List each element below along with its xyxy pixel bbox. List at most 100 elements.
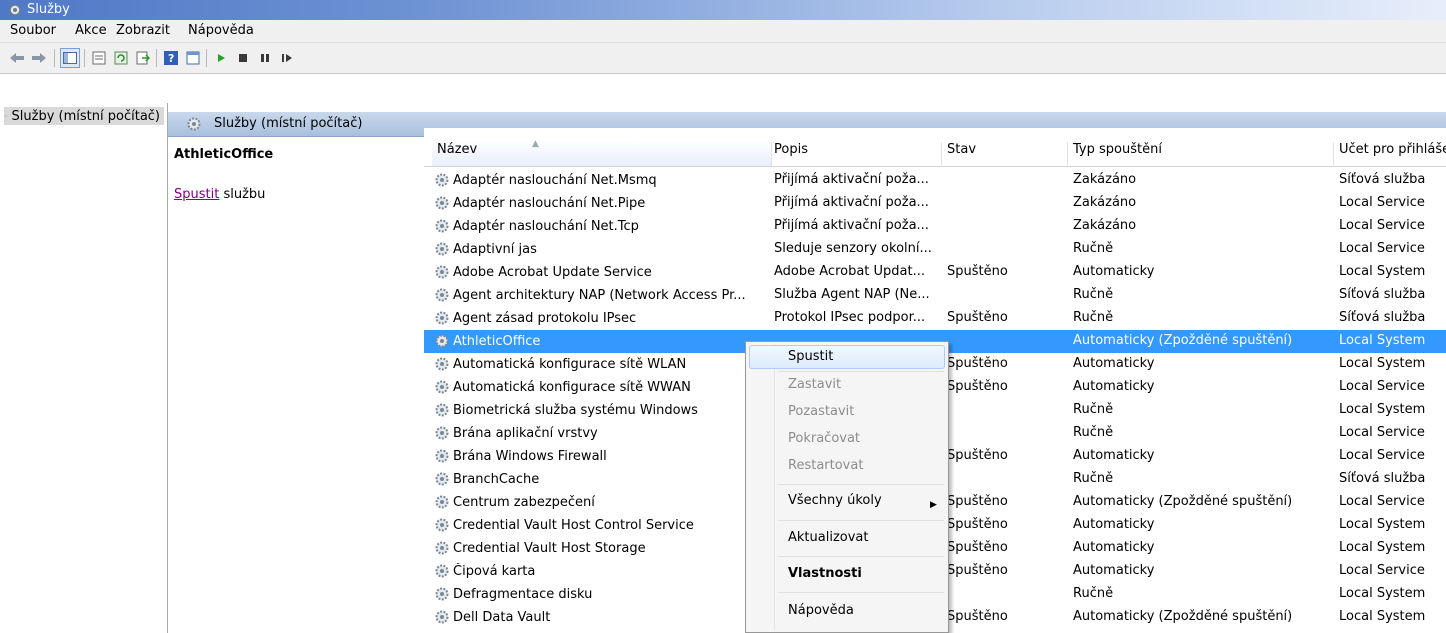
menu-item-stop: Zastavit bbox=[788, 377, 842, 392]
menu-file[interactable]: Soubor bbox=[10, 23, 56, 38]
menu-item-help[interactable]: Nápověda bbox=[788, 603, 854, 618]
service-status-cell: Spuštěno bbox=[947, 264, 1008, 279]
tree-item-services[interactable]: Služby (místní počítač) bbox=[4, 107, 164, 125]
service-status-cell: Spuštěno bbox=[947, 379, 1008, 394]
gear-icon bbox=[435, 610, 449, 624]
menu-item-all-tasks[interactable]: Všechny úkoly bbox=[788, 493, 882, 508]
menu-item-start[interactable]: Spustit bbox=[788, 349, 833, 364]
title-bar: Služby bbox=[0, 0, 1446, 20]
column-logon-account[interactable]: Účet pro přihlášení bbox=[1334, 142, 1446, 166]
properties-icon[interactable] bbox=[90, 49, 108, 67]
submenu-arrow-icon: ▶ bbox=[930, 500, 937, 510]
table-row[interactable]: Adaptér naslouchání Net.Msmq Přijímá akti… bbox=[424, 169, 1446, 192]
table-row[interactable]: Adaptivní jas Sleduje senzory okolní... Ru… bbox=[424, 238, 1446, 261]
service-name-cell: Adaptér naslouchání Net.Msmq bbox=[434, 172, 764, 188]
service-account-cell: Local Service bbox=[1339, 218, 1425, 233]
service-status-cell: Spuštěno bbox=[947, 494, 1008, 509]
service-startup-cell: Automaticky bbox=[1073, 264, 1155, 279]
service-name-cell: Biometrická služba systému Windows bbox=[434, 402, 764, 418]
column-status[interactable]: Stav bbox=[942, 142, 1068, 166]
service-name-cell: Agent zásad protokolu IPsec bbox=[434, 310, 764, 326]
service-description-cell: Přijímá aktivační poža... bbox=[774, 218, 929, 233]
service-status-cell: Spuštěno bbox=[947, 310, 1008, 325]
table-row[interactable]: Agent architektury NAP (Network Access P… bbox=[424, 284, 1446, 307]
back-icon[interactable] bbox=[8, 49, 26, 67]
service-name-cell: Credential Vault Host Control Service bbox=[434, 517, 764, 533]
service-account-cell: Local System bbox=[1339, 264, 1426, 279]
column-startup-type[interactable]: Typ spouštění bbox=[1068, 142, 1334, 166]
service-name-cell: Adaptér naslouchání Net.Pipe bbox=[434, 195, 764, 211]
service-name-cell: Agent architektury NAP (Network Access P… bbox=[434, 287, 764, 303]
service-name-cell: Adobe Acrobat Update Service bbox=[434, 264, 764, 280]
gear-icon bbox=[435, 334, 449, 348]
service-startup-cell: Ručně bbox=[1073, 241, 1114, 256]
help-icon[interactable]: ? bbox=[162, 49, 180, 67]
service-startup-cell: Ručně bbox=[1073, 402, 1114, 417]
service-startup-cell: Automaticky bbox=[1073, 379, 1155, 394]
service-name-cell: Defragmentace disku bbox=[434, 586, 764, 602]
refresh-icon[interactable] bbox=[112, 49, 130, 67]
table-row[interactable]: Agent zásad protokolu IPsec Protokol IPse… bbox=[424, 307, 1446, 330]
service-startup-cell: Ručně bbox=[1073, 471, 1114, 486]
gear-icon bbox=[435, 541, 449, 555]
service-status-cell: Spuštěno bbox=[947, 609, 1008, 624]
column-description[interactable]: Popis bbox=[769, 142, 942, 166]
service-account-cell: Local Service bbox=[1339, 195, 1425, 210]
gear-icon bbox=[435, 587, 449, 601]
service-account-cell: Local System bbox=[1339, 609, 1426, 624]
gear-icon bbox=[4, 114, 8, 118]
console-icon[interactable] bbox=[184, 49, 202, 67]
show-hide-tree-icon[interactable] bbox=[60, 48, 80, 68]
service-startup-cell: Ručně bbox=[1073, 287, 1114, 302]
service-name-cell: Adaptér naslouchání Net.Tcp bbox=[434, 218, 764, 234]
gear-icon bbox=[435, 196, 449, 210]
table-row[interactable]: Adobe Acrobat Update Service Adobe Acroba… bbox=[424, 261, 1446, 284]
service-description-cell: Protokol IPsec podpor... bbox=[774, 310, 926, 325]
service-name-cell: Automatická konfigurace sítě WLAN bbox=[434, 356, 764, 372]
table-row[interactable]: Adaptér naslouchání Net.Pipe Přijímá akti… bbox=[424, 192, 1446, 215]
restart-service-icon[interactable] bbox=[278, 49, 296, 67]
service-startup-cell: Automaticky bbox=[1073, 563, 1155, 578]
sort-ascending-icon: ▲ bbox=[532, 139, 539, 149]
menu-view[interactable]: Zobrazit bbox=[116, 23, 170, 38]
gear-icon bbox=[435, 242, 449, 256]
service-account-cell: Local System bbox=[1339, 586, 1426, 601]
service-name-cell: Credential Vault Host Storage bbox=[434, 540, 764, 556]
service-startup-cell: Ručně bbox=[1073, 586, 1114, 601]
service-status-cell: Spuštěno bbox=[947, 448, 1008, 463]
service-startup-cell: Automaticky bbox=[1073, 448, 1155, 463]
column-header: ▲ Název Popis Stav Typ spouštění Účet pr… bbox=[424, 128, 1446, 168]
service-description-cell: Přijímá aktivační poža... bbox=[774, 172, 929, 187]
service-description-cell: Adobe Acrobat Updat... bbox=[774, 264, 926, 279]
pane-header-title: Služby (místní počítač) bbox=[214, 116, 363, 131]
column-name[interactable]: ▲ Název bbox=[432, 139, 772, 166]
context-menu: Spustit Zastavit Pozastavit Pokračovat R… bbox=[745, 341, 949, 633]
table-row[interactable]: Adaptér naslouchání Net.Tcp Přijímá aktiv… bbox=[424, 215, 1446, 238]
gear-icon bbox=[435, 403, 449, 417]
service-name-cell: Automatická konfigurace sítě WWAN bbox=[434, 379, 764, 395]
gear-icon bbox=[435, 357, 449, 371]
service-account-cell: Local System bbox=[1339, 540, 1426, 555]
window-title: Služby bbox=[27, 2, 70, 17]
stop-service-icon[interactable] bbox=[234, 49, 252, 67]
service-action: Spustit službu bbox=[174, 187, 265, 202]
pause-service-icon[interactable] bbox=[256, 49, 274, 67]
menu-item-properties[interactable]: Vlastnosti bbox=[788, 566, 862, 581]
export-list-icon[interactable] bbox=[134, 49, 152, 67]
service-name-cell: Dell Data Vault bbox=[434, 609, 764, 625]
service-name-cell: BranchCache bbox=[434, 471, 764, 487]
start-service-link[interactable]: Spustit bbox=[174, 187, 219, 202]
menu-action[interactable]: Akce bbox=[75, 23, 107, 38]
menu-help[interactable]: Nápověda bbox=[188, 23, 254, 38]
service-description-cell: Sleduje senzory okolní... bbox=[774, 241, 932, 256]
toolbar: ? bbox=[0, 43, 1446, 74]
service-account-cell: Local Service bbox=[1339, 448, 1425, 463]
menu-item-restart: Restartovat bbox=[788, 458, 864, 473]
forward-icon[interactable] bbox=[30, 49, 48, 67]
start-service-icon[interactable] bbox=[212, 49, 230, 67]
service-account-cell: Síťová služba bbox=[1339, 471, 1426, 486]
menu-bar: Soubor Akce Zobrazit Nápověda bbox=[0, 20, 1446, 43]
service-startup-cell: Automaticky (Zpožděné spuštění) bbox=[1073, 494, 1293, 509]
menu-item-refresh[interactable]: Aktualizovat bbox=[788, 530, 868, 545]
service-startup-cell: Zakázáno bbox=[1073, 172, 1137, 187]
